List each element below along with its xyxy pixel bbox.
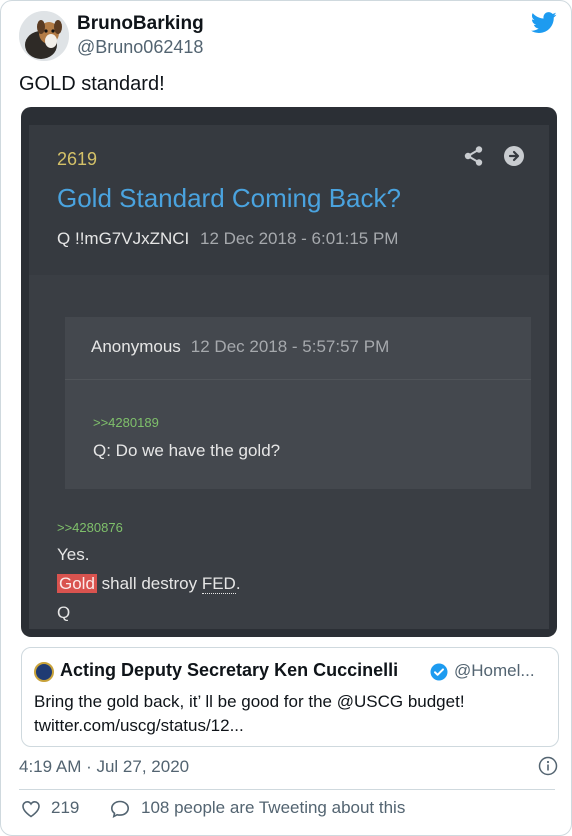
verified-badge-icon [430,663,448,681]
tweeting-count[interactable]: 108 people are Tweeting about this [141,798,405,818]
divider [19,789,555,790]
reply-period: . [235,574,241,593]
info-icon[interactable] [538,756,558,776]
qpost-header: 2619 Gold Standard Coming Back? Q !!mG7V… [29,125,549,275]
tweet-card: BrunoBarking @Bruno062418 GOLD standard!… [0,0,572,836]
heart-icon[interactable] [21,800,41,818]
reply-text: shall destroy [96,574,202,593]
quoted-post-header: Anonymous 12 Dec 2018 - 5:57:57 PM [65,317,531,380]
quoted-author: Anonymous [91,337,181,356]
post-tripcode: !!mG7VJxZNCI [74,229,190,248]
share-icon [464,146,483,166]
quoted-date: 12 Dec 2018 - 5:57:57 PM [190,337,390,356]
quote-display-name: Acting Deputy Secretary Ken Cuccinelli [60,660,399,680]
like-count[interactable]: 219 [51,798,79,818]
reply-line-2: Gold shall destroy FED. [57,574,241,594]
quoted-body: Q: Do we have the gold? [93,441,281,460]
reply-signature: Q [57,603,71,622]
quote-handle: @Homel... [454,661,535,680]
tweet-timestamp[interactable]: 4:19 AM · Jul 27, 2020 [19,757,189,777]
quoted-post: Anonymous 12 Dec 2018 - 5:57:57 PM >>4280… [65,317,531,489]
quote-avatar [34,662,54,682]
quote-text: Bring the gold back, it’ ll be good for … [34,692,465,735]
post-author: Q [57,229,71,248]
reply-line-1: Yes. [57,545,90,564]
arrow-right-icon [504,146,524,166]
post-title: Gold Standard Coming Back? [57,183,401,213]
reply-reference: >>4280876 [57,520,123,535]
quote-tweet[interactable]: Acting Deputy Secretary Ken Cuccinelli @… [21,647,559,747]
twitter-bird-icon[interactable] [531,11,557,35]
post-author-line: Q !!mG7VJxZNCI 12 Dec 2018 - 6:01:15 PM [57,229,398,249]
quoted-author-line: Anonymous 12 Dec 2018 - 5:57:57 PM [91,337,389,357]
fed-word: FED [201,574,236,594]
display-name[interactable]: BrunoBarking [77,13,204,35]
tweet-text: GOLD standard! [19,73,165,95]
embedded-image-qpost[interactable]: 2619 Gold Standard Coming Back? Q !!mG7V… [21,107,557,637]
post-number: 2619 [57,149,98,169]
qpost-card: 2619 Gold Standard Coming Back? Q !!mG7V… [29,125,549,629]
quoted-reference: >>4280189 [93,415,159,430]
highlighted-word: Gold [57,574,97,593]
avatar[interactable] [19,11,69,61]
chat-bubble-icon[interactable] [109,799,131,819]
tweet-header: BrunoBarking @Bruno062418 [19,11,559,63]
user-handle[interactable]: @Bruno062418 [77,37,203,58]
post-date: 12 Dec 2018 - 6:01:15 PM [200,229,399,248]
